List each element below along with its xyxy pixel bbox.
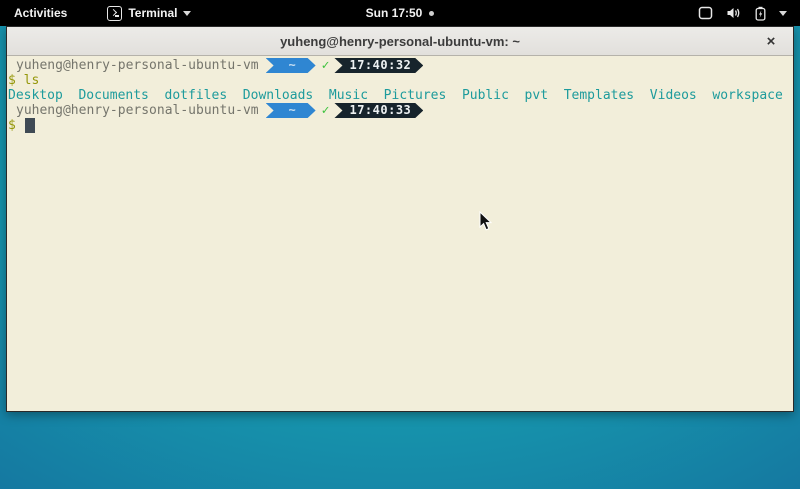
volume-icon[interactable] xyxy=(726,6,742,20)
prompt-time-segment: 17:40:33 xyxy=(334,103,423,118)
status-check-icon: ✓ xyxy=(322,58,330,73)
app-menu-terminal[interactable]: Terminal xyxy=(107,6,191,21)
prompt-line-2: yuheng@henry-personal-ubuntu-vm ~ ✓ 17:4… xyxy=(8,103,792,118)
prompt-cwd-segment: ~ xyxy=(266,103,316,118)
prompt-symbol: $ xyxy=(8,118,16,133)
typed-command: ls xyxy=(24,73,40,88)
prompt-user-host: yuheng@henry-personal-ubuntu-vm xyxy=(16,103,259,118)
terminal-window: yuheng@henry-personal-ubuntu-vm: ~ × yuh… xyxy=(6,26,794,412)
mouse-cursor xyxy=(479,211,493,232)
command-line: $ ls xyxy=(8,73,792,88)
app-menu-label: Terminal xyxy=(128,6,177,20)
system-menu-chevron-icon[interactable] xyxy=(779,11,787,16)
clock[interactable]: Sun 17:50 xyxy=(366,6,423,20)
terminal-content[interactable]: yuheng@henry-personal-ubuntu-vm ~ ✓ 17:4… xyxy=(7,56,793,411)
status-check-icon: ✓ xyxy=(322,103,330,118)
top-bar: Activities Terminal Sun 17:50 xyxy=(0,0,800,26)
ls-output: Desktop Documents dotfiles Downloads Mus… xyxy=(8,88,792,103)
text-cursor xyxy=(25,118,35,133)
chevron-down-icon xyxy=(183,11,191,16)
battery-charging-icon[interactable] xyxy=(755,6,766,21)
prompt-line-1: yuheng@henry-personal-ubuntu-vm ~ ✓ 17:4… xyxy=(8,58,792,73)
prompt-symbol: $ xyxy=(8,73,16,88)
prompt-cwd-segment: ~ xyxy=(266,58,316,73)
current-prompt-line: $ xyxy=(8,118,792,133)
prompt-user-host: yuheng@henry-personal-ubuntu-vm xyxy=(16,58,259,73)
terminal-app-icon xyxy=(107,6,122,21)
prompt-time-segment: 17:40:32 xyxy=(334,58,423,73)
display-icon[interactable] xyxy=(698,6,713,20)
activities-button[interactable]: Activities xyxy=(10,6,71,20)
notification-dot xyxy=(429,11,434,16)
window-title: yuheng@henry-personal-ubuntu-vm: ~ xyxy=(280,34,520,49)
close-icon[interactable]: × xyxy=(759,27,783,56)
window-titlebar[interactable]: yuheng@henry-personal-ubuntu-vm: ~ × xyxy=(7,27,793,56)
